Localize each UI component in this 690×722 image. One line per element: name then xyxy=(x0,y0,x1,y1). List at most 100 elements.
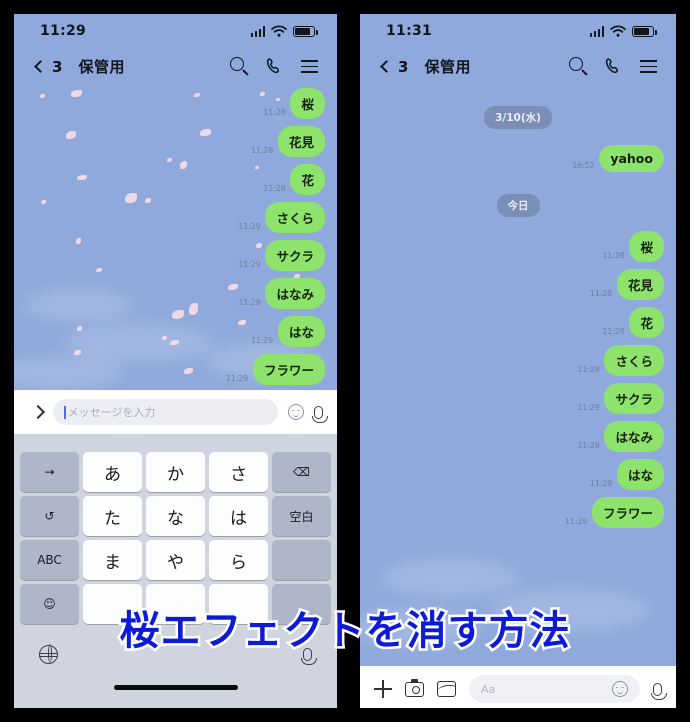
message-row[interactable]: 11:28 桜 xyxy=(14,88,337,119)
message-row[interactable]: 11:28 花見 xyxy=(14,126,337,157)
status-bar: 11:31 xyxy=(360,14,676,50)
message-bubble[interactable]: 桜 xyxy=(629,231,664,262)
chat-title: 保管用 xyxy=(424,58,471,76)
chat-message-list[interactable]: 11:28 桜 11:28 花見 11:28 花 11:29 さくら 11:29 サクラ 11:29… xyxy=(14,88,337,390)
message-bubble[interactable]: はなみ xyxy=(604,421,664,452)
chat-header: 3 保管用 xyxy=(14,50,337,88)
keyboard-key[interactable]: さ xyxy=(209,452,268,492)
message-timestamp: 11:29 xyxy=(238,298,261,307)
keyboard-suggestion-strip xyxy=(17,438,334,452)
message-bubble[interactable]: はなみ xyxy=(265,278,325,309)
home-indicator-area xyxy=(17,674,334,700)
plus-add-icon[interactable] xyxy=(374,680,392,698)
keyboard-key[interactable]: な xyxy=(146,496,205,536)
keyboard-key[interactable]: 空白 xyxy=(272,496,331,536)
message-row[interactable]: 11:29 さくら xyxy=(14,202,337,233)
message-bubble[interactable]: フラワー xyxy=(252,354,325,385)
home-indicator-bar[interactable] xyxy=(113,684,238,690)
message-timestamp: 11:29 xyxy=(577,403,600,412)
keyboard-key[interactable]: あ xyxy=(83,452,142,492)
date-separator: 今日 xyxy=(496,194,540,217)
japanese-kana-keyboard[interactable]: → あかさ ⌫ ↺ たなは空白 ABC まやら ☺ xyxy=(14,434,337,708)
screenshot-stage: 11:29 3 保管用 11:28 桜 11:28 花見 11:28 花 11:… xyxy=(0,0,690,722)
keyboard-key[interactable]: ま xyxy=(83,540,142,580)
message-row[interactable]: 11:29 はな xyxy=(360,459,676,490)
message-timestamp: 11:29 xyxy=(250,336,273,345)
photo-gallery-icon[interactable] xyxy=(437,681,456,697)
back-chevron-icon[interactable] xyxy=(34,60,47,73)
emoji-smiley-icon[interactable] xyxy=(612,681,628,697)
keyboard-key[interactable]: や xyxy=(146,540,205,580)
message-row[interactable]: 11:29 さくら xyxy=(360,345,676,376)
message-bubble[interactable]: 花 xyxy=(290,164,325,195)
send-chevron-icon[interactable] xyxy=(30,404,46,420)
date-separator: 3/10(水) xyxy=(484,106,552,129)
message-input-field[interactable]: メッセージを入力 xyxy=(53,399,278,425)
phone-call-icon[interactable] xyxy=(265,57,284,76)
back-navigation[interactable]: 3 保管用 xyxy=(380,56,471,77)
message-bubble[interactable]: 花見 xyxy=(616,269,664,300)
message-bubble[interactable]: サクラ xyxy=(604,383,664,414)
message-bubble[interactable]: 桜 xyxy=(290,88,325,119)
header-actions xyxy=(230,57,319,76)
message-input-placeholder: メッセージを入力 xyxy=(67,406,156,419)
message-row[interactable]: 11:29 はなみ xyxy=(14,278,337,309)
message-row[interactable]: 11:28 花見 xyxy=(360,269,676,300)
message-bubble[interactable]: さくら xyxy=(604,345,664,376)
keyboard-row: ABC まやら xyxy=(17,540,334,580)
message-timestamp: 11:29 xyxy=(238,222,261,231)
keyboard-key[interactable]: ABC xyxy=(20,540,79,580)
message-timestamp: 11:28 xyxy=(263,108,286,117)
message-row[interactable]: 11:28 花 xyxy=(360,307,676,338)
message-bubble[interactable]: はな xyxy=(277,316,325,347)
message-timestamp: 11:28 xyxy=(263,184,286,193)
keyboard-row: → あかさ ⌫ xyxy=(17,452,334,492)
message-bubble[interactable]: サクラ xyxy=(265,240,325,271)
microphone-icon[interactable] xyxy=(650,682,667,700)
back-navigation[interactable]: 3 保管用 xyxy=(34,56,125,77)
message-bubble[interactable]: yahoo xyxy=(599,145,664,172)
search-icon[interactable] xyxy=(230,57,249,76)
back-chevron-icon[interactable] xyxy=(380,60,393,73)
message-input-bar[interactable]: Aa xyxy=(360,666,676,708)
wifi-icon xyxy=(271,25,287,37)
phone-call-icon[interactable] xyxy=(604,57,623,76)
chat-message-list[interactable]: 3/10(水) 16:52 yahoo 今日 11:28 桜 11:28 花見 11:2… xyxy=(360,88,676,666)
message-row[interactable]: 11:29 はなみ xyxy=(360,421,676,452)
message-row[interactable]: 11:28 桜 xyxy=(360,231,676,262)
message-bubble[interactable]: さくら xyxy=(265,202,325,233)
message-row[interactable]: 16:52 yahoo xyxy=(360,145,676,172)
message-bubble[interactable]: 花見 xyxy=(277,126,325,157)
keyboard-key[interactable]: は xyxy=(209,496,268,536)
camera-icon[interactable] xyxy=(405,678,424,697)
message-input-field[interactable]: Aa xyxy=(469,675,640,703)
keyboard-key[interactable]: ↺ xyxy=(20,496,79,536)
keyboard-key[interactable] xyxy=(272,540,331,580)
message-row[interactable]: 11:29 サクラ xyxy=(360,383,676,414)
message-bubble[interactable]: はな xyxy=(616,459,664,490)
keyboard-key[interactable]: ⌫ xyxy=(272,452,331,492)
hamburger-menu-icon[interactable] xyxy=(639,57,658,76)
message-row[interactable]: 11:29 フラワー xyxy=(14,354,337,385)
hamburger-menu-icon[interactable] xyxy=(300,57,319,76)
microphone-icon[interactable] xyxy=(311,405,328,423)
keyboard-key[interactable]: → xyxy=(20,452,79,492)
emoji-smiley-icon[interactable] xyxy=(288,404,304,420)
message-row[interactable]: 11:29 サクラ xyxy=(14,240,337,271)
message-bubble[interactable]: フラワー xyxy=(591,497,664,528)
message-input-bar[interactable]: メッセージを入力 xyxy=(14,390,337,434)
status-time: 11:31 xyxy=(386,23,433,39)
message-row[interactable]: 11:29 フラワー xyxy=(360,497,676,528)
search-icon[interactable] xyxy=(569,57,588,76)
message-timestamp: 11:28 xyxy=(602,327,625,336)
message-row[interactable]: 11:28 花 xyxy=(14,164,337,195)
message-bubble[interactable]: 花 xyxy=(629,307,664,338)
unread-count: 3 xyxy=(52,57,63,76)
message-input-placeholder: Aa xyxy=(481,682,496,696)
keyboard-key[interactable]: ら xyxy=(209,540,268,580)
keyboard-key[interactable]: た xyxy=(83,496,142,536)
keyboard-key[interactable]: か xyxy=(146,452,205,492)
message-row[interactable]: 11:29 はな xyxy=(14,316,337,347)
message-timestamp: 11:29 xyxy=(577,365,600,374)
message-timestamp: 11:29 xyxy=(238,260,261,269)
